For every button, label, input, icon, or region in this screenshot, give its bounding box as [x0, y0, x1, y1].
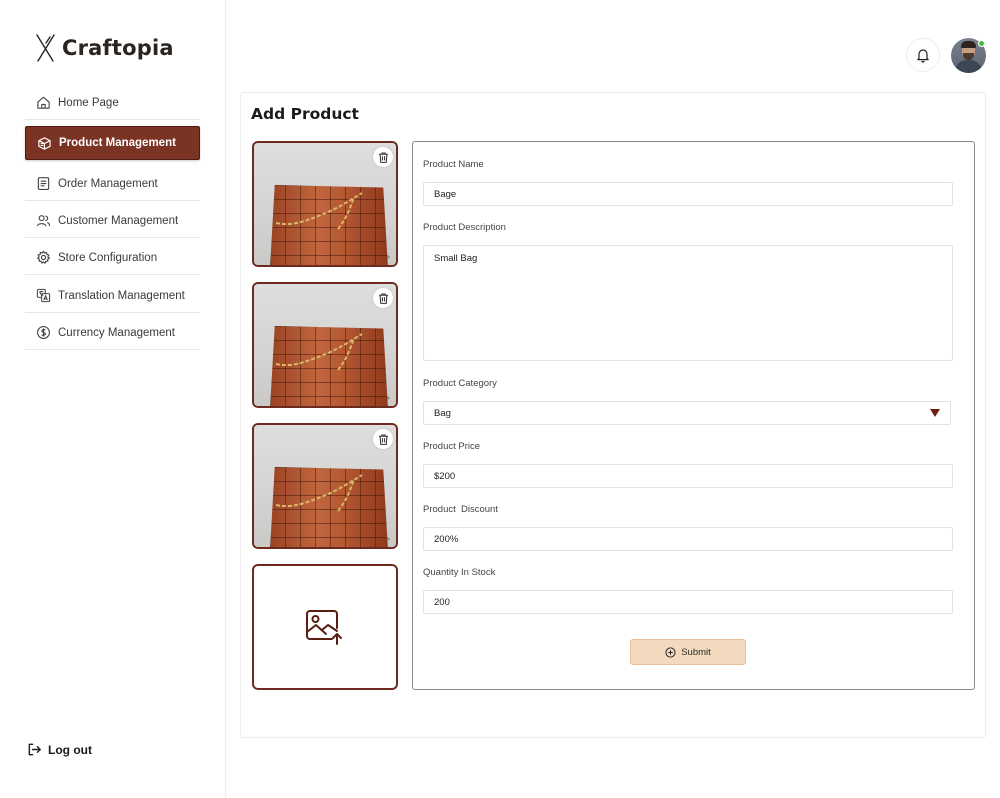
- sidebar: Craftopia Home Page Product Management O…: [0, 0, 226, 798]
- submit-label: Submit: [681, 646, 711, 658]
- delete-image-button[interactable]: [373, 429, 393, 449]
- brand-logo[interactable]: Craftopia: [35, 33, 174, 63]
- delete-image-button[interactable]: [373, 288, 393, 308]
- sidebar-item-customer-management[interactable]: Customer Management: [25, 204, 200, 238]
- trash-icon: [378, 152, 388, 163]
- brand-name: Craftopia: [62, 36, 174, 60]
- product-name-value: Bage: [434, 188, 457, 200]
- product-discount-value: 200%: [434, 533, 459, 545]
- product-box-icon: [38, 136, 51, 150]
- sidebar-item-label: Currency Management: [58, 326, 175, 339]
- sidebar-item-product-management[interactable]: Product Management: [25, 126, 200, 160]
- sidebar-item-label: Customer Management: [58, 214, 179, 227]
- product-discount-label: Product Discount: [423, 504, 498, 515]
- plus-circle-icon: [665, 646, 676, 658]
- sidebar-item-store-configuration[interactable]: Store Configuration: [25, 241, 200, 275]
- online-status-dot: [978, 40, 985, 47]
- logout-button[interactable]: Log out: [27, 742, 92, 757]
- sidebar-item-translation-management[interactable]: Translation Management: [25, 279, 200, 313]
- sidebar-item-currency-management[interactable]: Currency Management: [25, 316, 200, 350]
- product-description-textarea[interactable]: Small Bag: [423, 245, 953, 361]
- product-name-input[interactable]: Bage: [423, 182, 953, 206]
- upload-image-tile[interactable]: [252, 564, 398, 690]
- quantity-in-stock-label: Quantity In Stock: [423, 567, 496, 578]
- quantity-in-stock-input[interactable]: 200: [423, 590, 953, 614]
- logo-icon: [36, 34, 55, 62]
- trash-icon: [378, 293, 388, 304]
- sidebar-item-home[interactable]: Home Page: [25, 86, 200, 120]
- sidebar-item-order-management[interactable]: Order Management: [25, 167, 200, 201]
- product-name-label: Product Name: [423, 159, 484, 170]
- customers-icon: [36, 215, 51, 227]
- product-category-value: Bag: [434, 407, 451, 419]
- bell-icon: [917, 49, 929, 63]
- product-category-label: Product Category: [423, 378, 497, 389]
- logout-label: Log out: [48, 742, 92, 757]
- translate-icon: [36, 288, 51, 303]
- product-price-label: Product Price: [423, 441, 481, 452]
- quantity-in-stock-value: 200: [434, 596, 450, 608]
- submit-button[interactable]: Submit: [630, 639, 746, 665]
- sidebar-item-label: Translation Management: [58, 289, 185, 302]
- product-description-value: Small Bag: [434, 253, 478, 264]
- product-price-value: $200: [434, 470, 456, 482]
- order-list-icon: [37, 177, 50, 190]
- delete-image-button[interactable]: [373, 147, 393, 167]
- product-category-select[interactable]: Bag: [423, 401, 951, 425]
- trash-icon: [378, 434, 388, 445]
- dropdown-caret-icon: [930, 409, 940, 417]
- product-price-input[interactable]: $200: [423, 464, 953, 488]
- notifications-button[interactable]: [906, 38, 940, 72]
- sidebar-item-label: Order Management: [58, 177, 158, 190]
- currency-icon: [37, 326, 50, 339]
- sidebar-item-label: Store Configuration: [58, 251, 158, 264]
- home-icon: [37, 96, 50, 109]
- image-upload-icon: [306, 610, 342, 645]
- product-discount-input[interactable]: 200%: [423, 527, 953, 551]
- page-title: Add Product: [251, 105, 359, 123]
- gear-icon: [36, 250, 51, 265]
- sidebar-item-label: Home Page: [58, 96, 119, 109]
- product-description-label: Product Description: [423, 222, 506, 233]
- logout-icon: [28, 743, 41, 756]
- sidebar-item-label: Product Management: [59, 137, 176, 149]
